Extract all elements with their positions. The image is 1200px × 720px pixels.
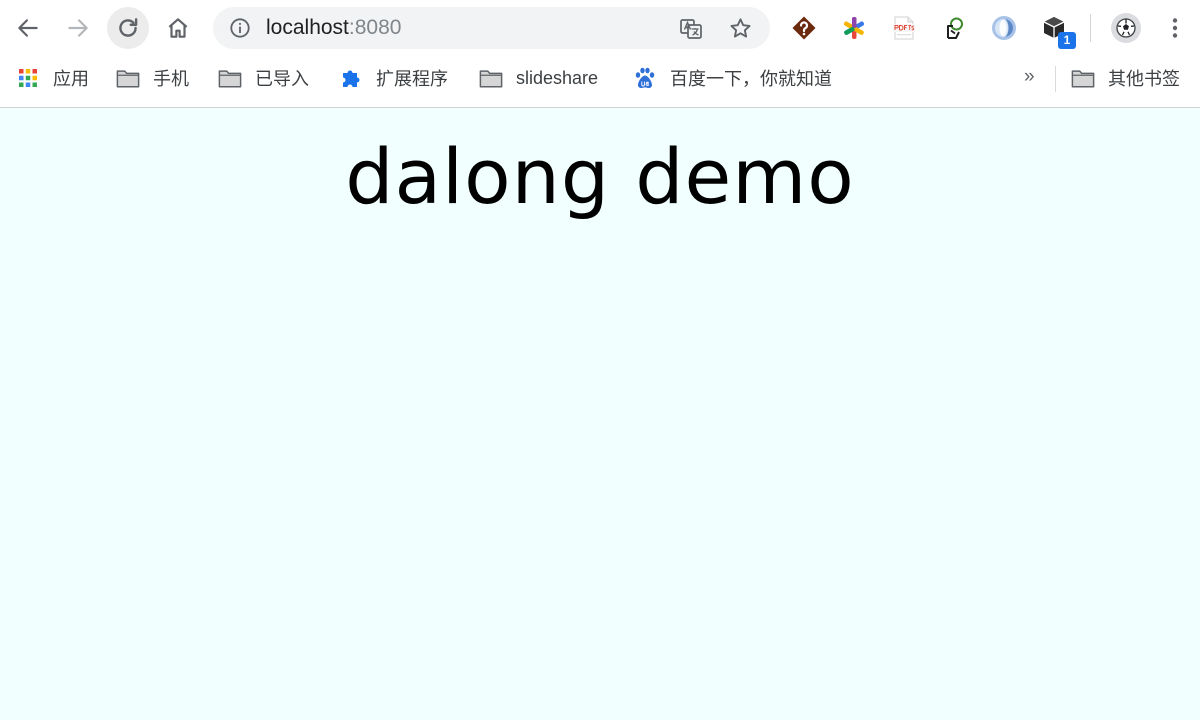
reload-button[interactable] [107,7,149,49]
three-dots-icon [1172,18,1178,38]
green-leaf-extension-button[interactable] [940,13,968,43]
bookmark-other-folder[interactable]: 其他书签 [1071,62,1180,94]
toolbar-separator [1090,14,1091,42]
forward-button[interactable] [57,7,99,49]
bookmarks-overflow-button[interactable]: » [1024,62,1035,92]
apps-grid-icon [16,66,40,90]
bookmarks-bar: 应用 手机 已导入 扩展程序 slideshare 百度一下，你就知道 其他书签 [0,56,1200,100]
bookmark-apps[interactable]: 应用 [16,62,89,94]
arrow-right-icon [68,19,88,37]
menu-button[interactable] [1161,13,1189,43]
bookmark-baidu[interactable]: 百度一下，你就知道 [633,62,832,94]
folder-icon [479,66,503,90]
bookmark-label: slideshare [516,67,599,88]
home-button[interactable] [157,7,199,49]
bookmark-label: 扩展程序 [376,69,448,89]
bookmark-label: 百度一下，你就知道 [670,69,832,89]
reload-icon [119,18,138,37]
url-port: :8080 [348,16,402,39]
blue-circle-extension-button[interactable] [990,13,1018,43]
question-mark-icon [792,16,816,40]
browser-chrome: localhost:8080 1 应用 手机 已导入 扩展程序 slidesha… [0,0,1200,108]
pdf-js-extension-button[interactable] [890,13,918,43]
leaf-icon [947,17,963,39]
translate-icon[interactable] [679,17,703,41]
bookmark-extensions[interactable]: 扩展程序 [339,62,448,94]
bookmark-label: 已导入 [255,69,309,89]
bookmark-star-icon[interactable] [728,16,753,41]
bookmark-phone-folder[interactable]: 手机 [116,62,189,94]
url-text[interactable]: localhost:8080 [266,7,401,49]
puzzle-icon [339,66,363,90]
bookmarks-separator [1055,66,1056,92]
home-icon [168,18,188,38]
info-icon[interactable] [229,17,251,39]
folder-icon [116,66,140,90]
address-bar[interactable]: localhost:8080 [213,7,770,49]
bookmark-imported-folder[interactable]: 已导入 [218,62,309,94]
avatar-icon [1111,13,1141,43]
bookmark-slideshare-folder[interactable]: slideshare [479,62,598,94]
folder-icon [1071,66,1095,90]
colorful-asterisk-extension-button[interactable] [840,13,868,43]
pdf-icon [893,16,915,40]
folder-icon [218,66,242,90]
browser-toolbar: localhost:8080 1 [0,0,1200,56]
profile-avatar-button[interactable] [1110,12,1142,44]
arrow-left-icon [18,19,38,37]
bookmark-label: 应用 [53,69,89,89]
bookmark-label: 手机 [153,69,189,89]
page-content: dalong demo [0,108,1200,720]
extension-badge: 1 [1058,32,1076,49]
url-host: localhost [266,16,349,39]
blue-circle-icon [992,16,1016,40]
page-heading: dalong demo [345,132,855,221]
asterisk-icon [843,17,865,39]
baidu-paw-icon [633,66,657,90]
back-button[interactable] [7,7,49,49]
question-mark-extension-button[interactable] [790,13,818,43]
bookmark-label: 其他书签 [1108,69,1180,89]
